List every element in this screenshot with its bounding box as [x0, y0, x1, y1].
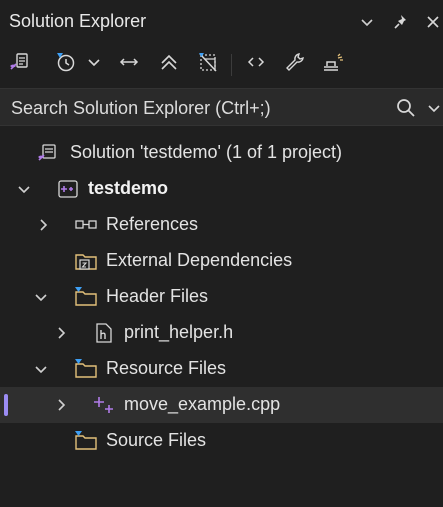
pin-button[interactable]	[389, 10, 413, 34]
tree-item-references[interactable]: References	[0, 207, 443, 243]
tree-item-print-helper-h[interactable]: print_helper.h	[0, 315, 443, 351]
selection-marker	[4, 394, 8, 416]
tree-item-move-example-cpp[interactable]: move_example.cpp	[0, 387, 443, 423]
chevron-down-icon[interactable]	[33, 361, 49, 377]
chevron-right-icon[interactable]	[53, 397, 69, 413]
tree-item-resource-files[interactable]: Resource Files	[0, 351, 443, 387]
move-example-cpp-label: move_example.cpp	[124, 394, 281, 414]
collapse-all-icon	[158, 51, 180, 78]
show-all-files-icon	[197, 51, 219, 78]
chevron-right-icon[interactable]	[53, 325, 69, 341]
header-files-label: Header Files	[106, 286, 209, 306]
search-box[interactable]: Search Solution Explorer (Ctrl+;)	[0, 88, 443, 126]
collapse-all-button[interactable]	[156, 51, 182, 77]
filter-folder-icon	[74, 430, 98, 452]
search-options-chevron-icon[interactable]	[427, 101, 441, 120]
preview-selected-items-button[interactable]	[320, 51, 346, 77]
vs-solution-icon	[8, 51, 30, 78]
tree-item-solution[interactable]: Solution 'testdemo' (1 of 1 project)	[0, 135, 443, 171]
tree-item-header-files[interactable]: Header Files	[0, 279, 443, 315]
chevron-down-icon[interactable]	[16, 181, 32, 197]
solution-icon	[36, 142, 60, 164]
references-label: References	[106, 214, 199, 234]
chevron-right-icon[interactable]	[35, 217, 51, 233]
close-button[interactable]	[421, 10, 443, 34]
chevron-down-icon	[359, 14, 375, 30]
external-dependencies-label: External Dependencies	[106, 250, 293, 270]
cpp-project-icon	[56, 178, 80, 200]
resource-files-label: Resource Files	[106, 358, 227, 378]
switch-views-button[interactable]	[6, 51, 32, 77]
filter-folder-icon	[74, 358, 98, 380]
toolbar	[0, 44, 443, 84]
chevron-down-icon[interactable]	[33, 289, 49, 305]
title-bar: Solution Explorer	[0, 0, 443, 44]
chevron-down-icon	[87, 55, 101, 74]
references-icon	[74, 214, 98, 236]
filter-dropdown-button[interactable]	[84, 51, 104, 77]
tree-item-project[interactable]: testdemo	[0, 171, 443, 207]
filter-folder-icon	[74, 286, 98, 308]
tree-item-external-dependencies[interactable]: External Dependencies	[0, 243, 443, 279]
toolbar-separator	[231, 54, 232, 76]
sync-arrows-icon	[118, 51, 140, 78]
wrench-icon	[284, 51, 306, 78]
search-input[interactable]: Search Solution Explorer (Ctrl+;)	[11, 98, 271, 119]
pin-icon	[392, 13, 410, 31]
tree-item-source-files[interactable]: Source Files	[0, 423, 443, 459]
sync-with-active-document-button[interactable]	[116, 51, 142, 77]
show-all-files-button[interactable]	[195, 51, 221, 77]
preview-icon	[321, 51, 345, 78]
solution-label: Solution 'testdemo' (1 of 1 project)	[70, 142, 343, 162]
pending-changes-filter-button[interactable]	[52, 51, 78, 77]
external-dependencies-folder-icon	[74, 250, 98, 272]
history-clock-icon	[54, 51, 76, 78]
header-file-icon	[92, 322, 116, 344]
view-code-button[interactable]	[243, 51, 269, 77]
print-helper-h-label: print_helper.h	[124, 322, 234, 342]
search-icon[interactable]	[396, 98, 416, 123]
cpp-file-icon	[92, 394, 116, 416]
properties-button[interactable]	[282, 51, 308, 77]
source-files-label: Source Files	[106, 430, 207, 450]
window-options-button[interactable]	[355, 10, 379, 34]
code-brackets-icon	[245, 51, 267, 78]
panel-title: Solution Explorer	[9, 11, 147, 31]
project-label: testdemo	[88, 178, 169, 198]
solution-explorer-panel: Solution Explorer Search Solution Explor…	[0, 0, 443, 507]
close-icon	[425, 14, 441, 30]
